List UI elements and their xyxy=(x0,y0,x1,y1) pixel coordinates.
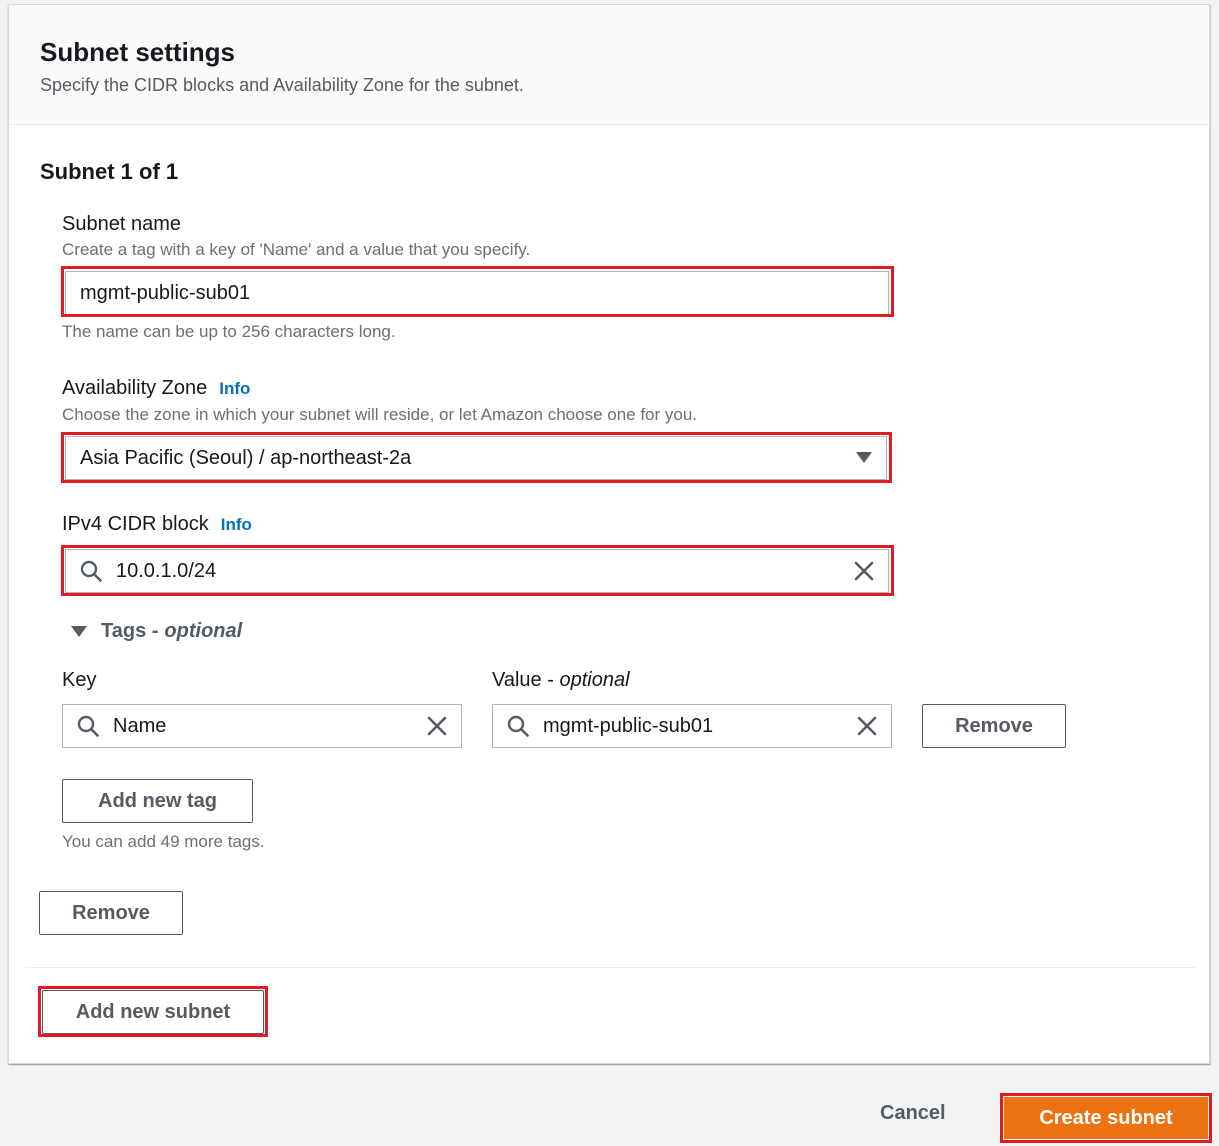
tag-value-label: Value - xyxy=(492,669,554,691)
tags-remaining-note: You can add 49 more tags. xyxy=(62,832,265,851)
cidr-label: IPv4 CIDR block xyxy=(62,513,209,535)
add-new-tag-button[interactable]: Add new tag xyxy=(62,779,253,823)
cidr-info-link[interactable]: Info xyxy=(221,515,252,534)
tag-value-label-row: Value - optional xyxy=(492,669,630,692)
remove-subnet-button[interactable]: Remove xyxy=(39,891,183,935)
tag-value-value: mgmt-public-sub01 xyxy=(543,714,714,737)
clear-icon[interactable] xyxy=(857,716,877,736)
tag-value-input[interactable]: mgmt-public-sub01 xyxy=(492,704,892,748)
search-icon xyxy=(507,715,529,737)
subnet-name-label: Subnet name xyxy=(62,213,181,235)
tags-toggle-label: Tags - xyxy=(101,620,159,642)
az-label-row: Availability Zone Info xyxy=(62,377,250,400)
search-icon xyxy=(77,715,99,737)
divider xyxy=(25,967,1195,968)
panel-title: Subnet settings xyxy=(40,37,236,67)
tags-toggle-optional: optional xyxy=(164,620,243,642)
az-label: Availability Zone xyxy=(62,377,208,399)
az-info-link[interactable]: Info xyxy=(219,379,250,398)
az-description: Choose the zone in which your subnet wil… xyxy=(62,405,698,424)
subnet-settings-panel: Subnet settings Specify the CIDR blocks … xyxy=(8,4,1210,1064)
caret-down-icon xyxy=(71,625,87,638)
clear-icon[interactable] xyxy=(427,716,447,736)
subnet-name-highlight xyxy=(61,266,894,317)
panel-header: Subnet settings Specify the CIDR blocks … xyxy=(9,5,1209,125)
panel-description: Specify the CIDR blocks and Availability… xyxy=(40,75,524,95)
tag-key-value: Name xyxy=(113,714,167,737)
create-subnet-highlight xyxy=(1000,1093,1212,1143)
cidr-highlight xyxy=(61,545,894,596)
tag-value-optional: optional xyxy=(559,669,630,691)
cidr-label-row: IPv4 CIDR block Info xyxy=(62,513,252,536)
tag-key-label: Key xyxy=(62,669,97,691)
az-highlight xyxy=(61,432,892,483)
tags-toggle[interactable]: Tags - optional xyxy=(71,620,242,643)
cancel-button[interactable]: Cancel xyxy=(880,1102,946,1125)
subnet-heading: Subnet 1 of 1 xyxy=(40,159,179,184)
add-subnet-highlight xyxy=(38,986,268,1037)
remove-tag-button[interactable]: Remove xyxy=(922,704,1066,748)
subnet-name-constraint: The name can be up to 256 characters lon… xyxy=(62,322,396,341)
subnet-name-description: Create a tag with a key of 'Name' and a … xyxy=(62,240,531,259)
tag-key-input[interactable]: Name xyxy=(62,704,462,748)
